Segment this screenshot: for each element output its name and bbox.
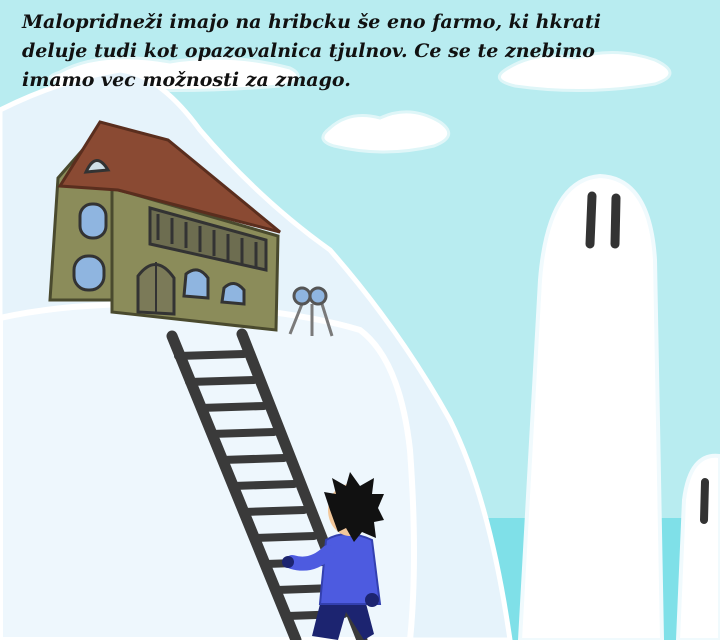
game-scene — [0, 0, 720, 640]
player-hand-icon — [282, 556, 294, 568]
player-hand-icon — [365, 593, 379, 607]
ghost-eye-icon — [700, 478, 709, 524]
window-icon — [72, 254, 106, 292]
window-icon — [220, 282, 246, 306]
ghost-eye-icon — [585, 191, 597, 249]
window-icon — [182, 268, 210, 300]
window-icon — [78, 202, 108, 240]
story-narration: Malopridneži imajo na hribcku še eno far… — [22, 11, 601, 91]
ghost-eye-icon — [610, 193, 621, 249]
